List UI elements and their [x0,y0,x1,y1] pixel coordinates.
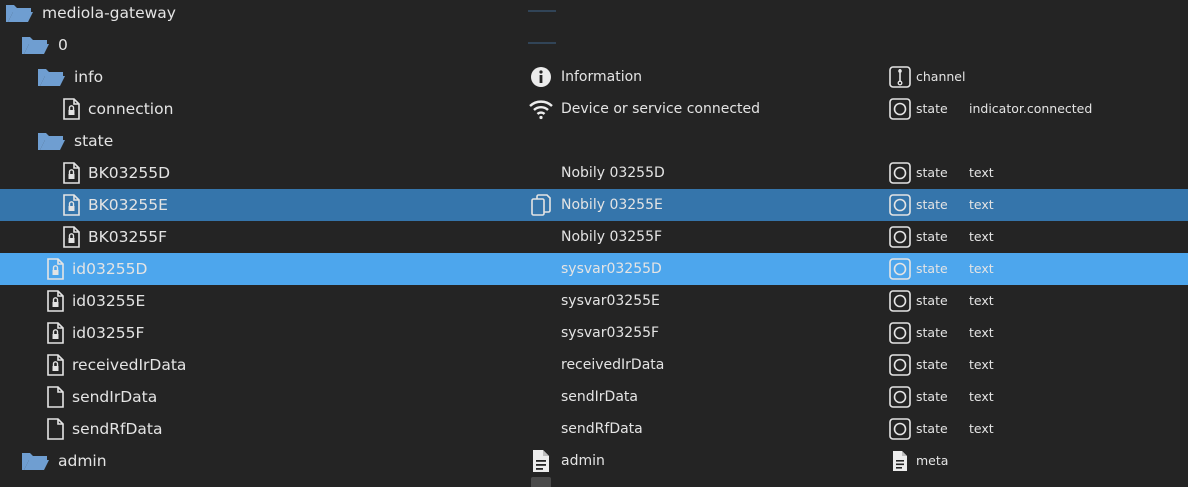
tree-item-name: id03255D [72,260,148,278]
object-role: text [969,293,994,308]
state-file-locked-icon [47,258,64,280]
object-role: text [969,261,994,276]
object-role: text [969,325,994,340]
state-icon [889,258,911,280]
state-icon [889,386,911,408]
object-type: state [916,165,948,180]
state-file-locked-icon [63,98,80,120]
state-icon [889,98,911,120]
state-file-icon [47,386,64,408]
tree-row-connection[interactable]: connection Device or service connected s… [0,93,1188,125]
collapsed-info-stub [528,10,556,12]
object-type: state [916,101,948,116]
state-file-locked-icon [63,194,80,216]
tree-row-id03255f[interactable]: id03255F sysvar03255F state text [0,317,1188,349]
tree-item-name: connection [88,100,174,118]
tree-row-bk03255e[interactable]: BK03255E Nobily 03255E state text [0,189,1188,221]
tree-row-0[interactable]: 0 [0,29,1188,61]
tree-item-name: 0 [58,36,68,54]
tree-row-id03255e[interactable]: id03255E sysvar03255E state text [0,285,1188,317]
wifi-icon [529,100,553,120]
tree-row-sendirdata[interactable]: sendIrData sendIrData state text [0,381,1188,413]
state-icon [889,290,911,312]
folder-open-icon [38,69,65,86]
tree-item-name: id03255F [72,324,145,342]
object-role: indicator.connected [969,101,1093,116]
collapsed-info-stub [528,42,556,44]
state-icon [889,194,911,216]
common-name: Nobily 03255D [561,165,665,181]
tree-item-name: sendIrData [72,388,158,406]
state-icon [889,162,911,184]
state-file-icon [47,418,64,440]
document-icon [533,450,549,472]
state-file-locked-icon [63,226,80,248]
object-role: text [969,357,994,372]
object-role: text [969,229,994,244]
common-name: admin [561,453,605,469]
common-name: Nobily 03255F [561,229,663,245]
object-type: meta [916,453,949,468]
tree-row-admin[interactable]: admin admin meta [0,445,1188,477]
tree-row-bk03255d[interactable]: BK03255D Nobily 03255D state text [0,157,1188,189]
folder-open-icon [22,453,49,470]
tree-row-sendrfdata[interactable]: sendRfData sendRfData state text [0,413,1188,445]
common-name: Device or service connected [561,101,761,117]
common-name: sendIrData [561,389,638,405]
object-type: state [916,197,948,212]
common-name: Information [561,69,643,85]
object-type: state [916,293,948,308]
tree-item-name: mediola-gateway [42,4,176,22]
tree-item-name: BK03255E [88,196,168,214]
object-type: state [916,261,948,276]
tree-item-name: admin [58,452,107,470]
object-type: state [916,421,948,436]
tree-item-name: sendRfData [72,420,163,438]
state-file-locked-icon [63,162,80,184]
tree-row-mediola-gateway[interactable]: mediola-gateway [0,0,1188,29]
tree-item-name: id03255E [72,292,146,310]
channel-icon [889,66,911,88]
tree-item-name: BK03255D [88,164,171,182]
state-file-locked-icon [47,354,64,376]
tree-row-state[interactable]: state [0,125,1188,157]
common-name: Nobily 03255E [561,197,663,213]
object-type: channel [916,69,966,84]
object-tree: mediola-gateway 0 info Information chann… [0,0,1188,487]
object-type: state [916,325,948,340]
tree-row-receivedirdata[interactable]: receivedIrData receivedIrData state text [0,349,1188,381]
common-name: sysvar03255D [561,261,662,277]
folder-open-icon [22,37,49,54]
copy-icon[interactable] [529,194,553,216]
object-role: text [969,197,994,212]
object-type: state [916,389,948,404]
state-icon [889,354,911,376]
common-name: sendRfData [561,421,643,437]
common-name: sysvar03255E [561,293,660,309]
tree-item-name: info [74,68,104,86]
object-role: text [969,165,994,180]
folder-open-icon [38,133,65,150]
folder-open-icon [6,5,33,22]
tree-item-name: state [74,132,114,150]
state-icon [889,322,911,344]
tree-row-id03255d[interactable]: id03255D sysvar03255D state text [0,253,1188,285]
object-role: text [969,389,994,404]
tree-item-name: receivedIrData [72,356,187,374]
state-file-locked-icon [47,322,64,344]
object-type: state [916,357,948,372]
state-icon [889,418,911,440]
object-type: state [916,229,948,244]
common-name: sysvar03255F [561,325,660,341]
next-row-icon-stub [531,477,551,487]
object-role: text [969,421,994,436]
meta-icon [893,451,907,471]
state-icon [889,226,911,248]
state-file-locked-icon [47,290,64,312]
tree-item-name: BK03255F [88,228,168,246]
common-name: receivedIrData [561,357,665,373]
tree-row-info[interactable]: info Information channel [0,61,1188,93]
info-circle-icon [531,67,551,87]
tree-row-bk03255f[interactable]: BK03255F Nobily 03255F state text [0,221,1188,253]
